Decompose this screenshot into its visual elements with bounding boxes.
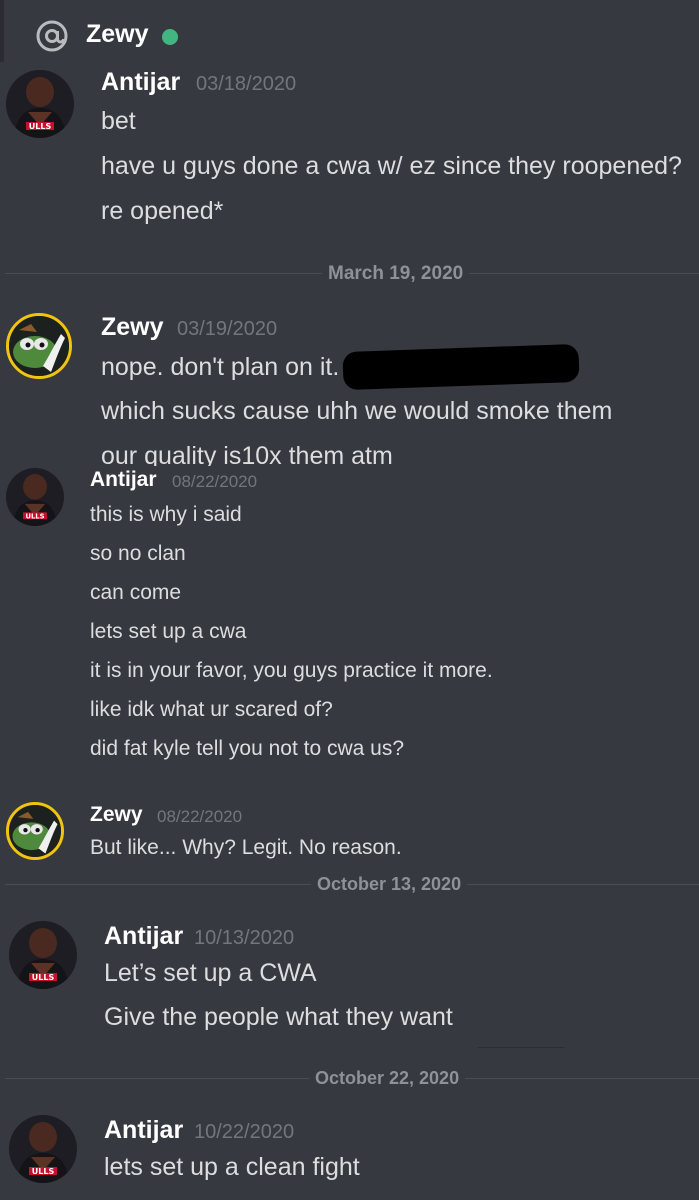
message-group: ULLS Antijar 10/22/2020 lets set up a cl… <box>0 1106 699 1200</box>
message-group: ULLS Antijar 03/18/2020 bet have u guys … <box>0 62 699 267</box>
timestamp: 03/19/2020 <box>177 318 278 340</box>
avatar-bulls-player-icon: ULLS <box>6 468 64 526</box>
message-text: lets set up a cwa <box>90 620 247 643</box>
message-text: can come <box>90 581 182 604</box>
message-text: like idk what ur scared of? <box>90 698 333 721</box>
svg-text:ULLS: ULLS <box>32 1167 55 1176</box>
message-text: lets set up a clean fight <box>104 1153 360 1181</box>
svg-text:ULLS: ULLS <box>29 122 52 131</box>
author-name[interactable]: Antijar <box>101 68 180 97</box>
avatar[interactable]: ULLS <box>9 1115 77 1183</box>
message-text: nope. don't plan on it. <box>101 353 340 381</box>
message-text: bet <box>101 107 136 135</box>
message-text: Give the people what they want <box>104 1003 453 1031</box>
dm-header: Zewy <box>0 0 699 62</box>
message-group: ULLS Antijar 08/22/2020 this is why i sa… <box>0 466 699 792</box>
date-divider-label: October 22, 2020 <box>309 1068 466 1089</box>
author-name[interactable]: Antijar <box>104 1116 183 1145</box>
message-text: our quality is10x them atm <box>101 442 393 466</box>
date-divider-label: October 13, 2020 <box>311 874 468 895</box>
message-text: which sucks cause uhh we would smoke the… <box>101 397 613 425</box>
redaction-scribble <box>342 343 580 391</box>
author-name[interactable]: Zewy <box>90 803 143 827</box>
avatar-pepe-frog-icon <box>9 316 69 376</box>
author-name[interactable]: Antijar <box>90 468 157 492</box>
timestamp: 10/22/2020 <box>194 1121 295 1143</box>
message-text: this is why i said <box>90 503 242 526</box>
at-icon <box>36 20 68 52</box>
date-divider-label: March 19, 2020 <box>322 263 470 285</box>
avatar[interactable] <box>6 313 72 379</box>
svg-text:ULLS: ULLS <box>25 512 44 520</box>
avatar-pepe-frog-icon <box>9 805 61 857</box>
message-group: Zewy 03/19/2020 nope. don't plan on it. … <box>0 306 699 466</box>
author-name[interactable]: Antijar <box>104 922 183 951</box>
message-text: re opened* <box>101 197 224 225</box>
message-text: have u guys done a cwa w/ ez since they … <box>101 152 682 180</box>
timestamp: 08/22/2020 <box>172 472 258 491</box>
avatar[interactable]: ULLS <box>6 468 64 526</box>
timestamp: 10/13/2020 <box>194 927 295 949</box>
avatar-bulls-player-icon: ULLS <box>9 1115 77 1183</box>
message-text: so no clan <box>90 542 186 565</box>
svg-text:ULLS: ULLS <box>32 973 55 982</box>
avatar-bulls-player-icon: ULLS <box>9 921 77 989</box>
avatar-bulls-player-icon: ULLS <box>6 70 74 138</box>
avatar[interactable]: ULLS <box>6 70 74 138</box>
timestamp: 08/22/2020 <box>157 807 243 826</box>
online-status-icon <box>162 29 178 45</box>
message-group: Zewy 08/22/2020 But like... Why? Legit. … <box>0 798 699 868</box>
channel-name: Zewy <box>86 20 149 48</box>
message-text: it is in your favor, you guys practice i… <box>90 659 493 682</box>
avatar[interactable] <box>6 802 64 860</box>
message-text: did fat kyle tell you not to cwa us? <box>90 737 405 760</box>
timestamp: 03/18/2020 <box>196 73 297 95</box>
separator-line <box>478 1047 564 1048</box>
message-text: But like... Why? Legit. No reason. <box>90 836 402 859</box>
avatar[interactable]: ULLS <box>9 921 77 989</box>
message-group: ULLS Antijar 10/13/2020 Let’s set up a C… <box>0 912 699 1052</box>
message-text: Let’s set up a CWA <box>104 959 317 987</box>
author-name[interactable]: Zewy <box>101 313 164 342</box>
